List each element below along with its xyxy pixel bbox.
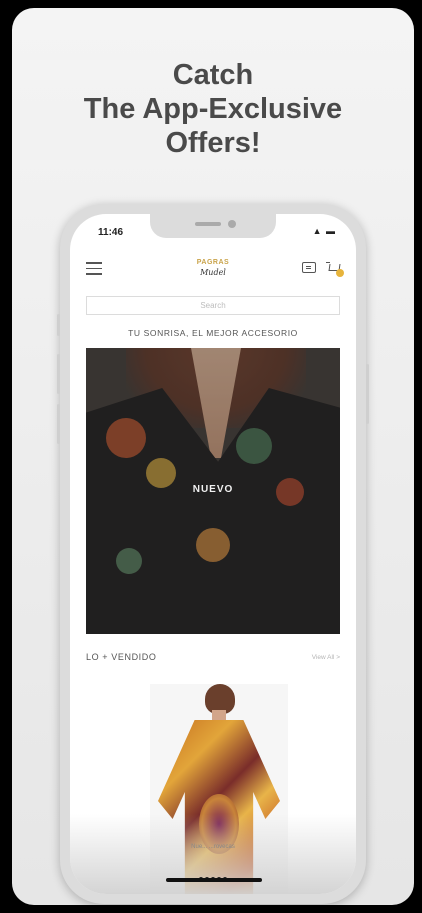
logo-line-2: Mudel: [200, 268, 226, 277]
best-sellers-title: LO + VENDIDO: [86, 652, 157, 662]
bottom-fade: [70, 814, 356, 894]
view-all-link[interactable]: View All >: [312, 654, 340, 661]
search-input[interactable]: Search: [86, 296, 340, 315]
camera: [228, 220, 236, 228]
cart-icon[interactable]: [326, 261, 344, 277]
headline-line-3: Offers!: [165, 127, 261, 159]
bottom-caption: Nue... ...rovecas: [191, 844, 235, 850]
volume-down-button: [57, 404, 60, 444]
status-icons: ▲ ▬: [312, 226, 336, 236]
phone-mockup: 11:46 ▲ ▬ PAGRAS Mudel Search TU SONRISA…: [57, 204, 369, 904]
headline-line-1: Catch: [172, 59, 254, 91]
phone-screen: 11:46 ▲ ▬ PAGRAS Mudel Search TU SONRISA…: [70, 214, 356, 894]
hero-label: NUEVO: [192, 484, 234, 495]
carousel-dots[interactable]: [190, 868, 236, 881]
promo-banner-text: TU SONRISA, EL MEJOR ACCESORIO: [128, 328, 298, 338]
hero-banner[interactable]: NUEVO: [86, 348, 340, 634]
logo-line-1: PAGRAS: [196, 259, 230, 266]
menu-icon[interactable]: [86, 262, 102, 275]
mute-switch: [57, 314, 60, 336]
headline-line-2: The App-Exclusive: [83, 93, 343, 125]
notch: [150, 214, 276, 238]
speaker: [195, 222, 221, 226]
home-indicator: [166, 878, 262, 882]
chat-icon[interactable]: [302, 262, 316, 273]
cart-badge: [336, 269, 344, 277]
volume-up-button: [57, 354, 60, 394]
headline: Catch The App-Exclusive Offers!: [12, 58, 414, 160]
promo-card: Catch The App-Exclusive Offers! 11:46 ▲ …: [12, 8, 414, 905]
status-time: 11:46: [98, 227, 124, 238]
power-button: [366, 364, 369, 424]
brand-logo[interactable]: PAGRAS Mudel: [188, 258, 238, 278]
app-navbar: PAGRAS Mudel: [70, 252, 356, 288]
